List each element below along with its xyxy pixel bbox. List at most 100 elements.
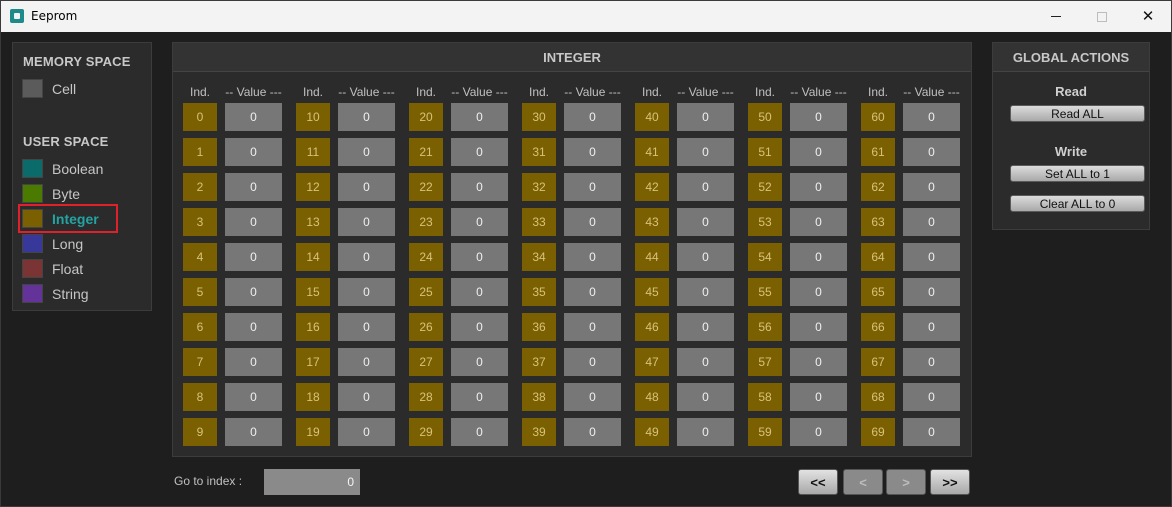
value-cell[interactable]: 0 [451,243,508,271]
value-cell[interactable]: 0 [790,243,847,271]
value-cell[interactable]: 0 [790,383,847,411]
value-cell[interactable]: 0 [790,103,847,131]
value-cell[interactable]: 0 [903,278,960,306]
value-cell[interactable]: 0 [338,313,395,341]
value-cell[interactable]: 0 [338,173,395,201]
prev-page-button[interactable]: < [843,469,883,495]
user-item-byte[interactable]: Byte [22,184,142,204]
maximize-button[interactable] [1079,1,1125,32]
value-cell[interactable]: 0 [338,418,395,446]
value-cell[interactable]: 0 [903,243,960,271]
value-cell[interactable]: 0 [790,418,847,446]
value-cell[interactable]: 0 [338,243,395,271]
value-cell[interactable]: 0 [903,103,960,131]
value-cell[interactable]: 0 [790,208,847,236]
value-cell[interactable]: 0 [903,383,960,411]
minimize-button[interactable] [1033,1,1079,32]
value-cell[interactable]: 0 [564,383,621,411]
value-cell[interactable]: 0 [338,103,395,131]
value-cell[interactable]: 0 [451,348,508,376]
index-cell: 21 [409,138,443,166]
clear-all-button[interactable]: Clear ALL to 0 [1010,195,1145,212]
value-cell[interactable]: 0 [564,418,621,446]
value-cell[interactable]: 0 [903,208,960,236]
user-item-float[interactable]: Float [22,259,142,279]
value-cell[interactable]: 0 [225,383,282,411]
value-cell[interactable]: 0 [677,383,734,411]
value-cell[interactable]: 0 [790,313,847,341]
value-cell[interactable]: 0 [564,103,621,131]
value-cell[interactable]: 0 [677,173,734,201]
value-cell[interactable]: 0 [225,278,282,306]
value-cell[interactable]: 0 [790,138,847,166]
value-cell[interactable]: 0 [225,243,282,271]
value-cell[interactable]: 0 [564,278,621,306]
next-page-button[interactable]: > [886,469,926,495]
value-cell[interactable]: 0 [451,173,508,201]
value-cell[interactable]: 0 [225,138,282,166]
user-item-string[interactable]: String [22,284,142,304]
value-cell[interactable]: 0 [338,208,395,236]
value-cell[interactable]: 0 [225,418,282,446]
value-cell[interactable]: 0 [338,383,395,411]
close-button[interactable]: ✕ [1125,1,1171,32]
value-cell[interactable]: 0 [677,243,734,271]
goto-index-label: Go to index : [174,474,243,488]
index-cell: 1 [183,138,217,166]
value-cell[interactable]: 0 [790,278,847,306]
memory-item-cell[interactable]: Cell [22,79,142,99]
value-cell[interactable]: 0 [564,208,621,236]
value-cell[interactable]: 0 [338,348,395,376]
value-cell[interactable]: 0 [451,313,508,341]
value-cell[interactable]: 0 [564,243,621,271]
value-cell[interactable]: 0 [225,103,282,131]
value-cell[interactable]: 0 [790,173,847,201]
value-cell[interactable]: 0 [564,348,621,376]
index-cell: 4 [183,243,217,271]
value-cell[interactable]: 0 [225,313,282,341]
value-cell[interactable]: 0 [225,208,282,236]
long-swatch [22,234,43,253]
value-cell[interactable]: 0 [677,103,734,131]
value-cell[interactable]: 0 [451,103,508,131]
user-item-boolean[interactable]: Boolean [22,159,142,179]
read-all-button[interactable]: Read ALL [1010,105,1145,122]
value-cell[interactable]: 0 [677,278,734,306]
value-cell[interactable]: 0 [564,138,621,166]
value-column-header: -- Value --- [225,85,282,99]
value-cell[interactable]: 0 [677,348,734,376]
value-cell[interactable]: 0 [677,418,734,446]
value-cell[interactable]: 0 [677,313,734,341]
goto-index-input[interactable] [264,469,360,495]
index-cell: 28 [409,383,443,411]
set-all-button[interactable]: Set ALL to 1 [1010,165,1145,182]
value-column-header: -- Value --- [790,85,847,99]
value-cell[interactable]: 0 [677,208,734,236]
value-cell[interactable]: 0 [225,173,282,201]
value-cell[interactable]: 0 [903,138,960,166]
value-cell[interactable]: 0 [903,313,960,341]
value-cell[interactable]: 0 [338,278,395,306]
value-cell[interactable]: 0 [451,418,508,446]
last-page-button[interactable]: >> [930,469,970,495]
value-cell[interactable]: 0 [451,278,508,306]
value-cell[interactable]: 0 [903,173,960,201]
maximize-icon [1097,11,1107,22]
first-page-button[interactable]: << [798,469,838,495]
value-cell[interactable]: 0 [451,138,508,166]
value-cell[interactable]: 0 [225,348,282,376]
value-cell[interactable]: 0 [451,208,508,236]
user-item-long[interactable]: Long [22,234,142,254]
value-cell[interactable]: 0 [338,138,395,166]
index-cell: 66 [861,313,895,341]
global-actions-title: GLOBAL ACTIONS [993,43,1149,72]
value-cell[interactable]: 0 [790,348,847,376]
value-cell[interactable]: 0 [903,418,960,446]
value-cell[interactable]: 0 [677,138,734,166]
value-cell[interactable]: 0 [564,173,621,201]
value-cell[interactable]: 0 [903,348,960,376]
value-cell[interactable]: 0 [564,313,621,341]
index-cell: 13 [296,208,330,236]
value-cell[interactable]: 0 [451,383,508,411]
ind-column-header: Ind. [189,85,210,99]
